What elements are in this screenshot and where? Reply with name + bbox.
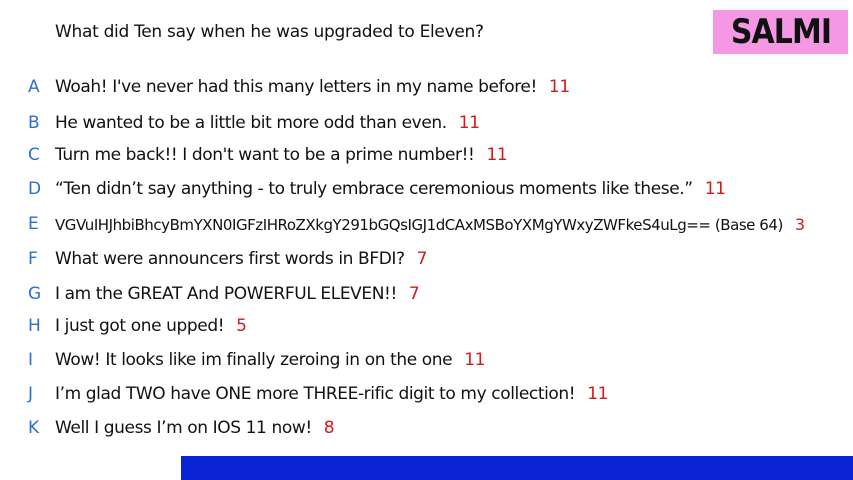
question-title: What did Ten say when he was upgraded to…	[55, 22, 484, 42]
answer-score: 11	[458, 113, 480, 133]
answer-score: 7	[408, 284, 420, 304]
answer-score: 8	[323, 418, 335, 438]
answer-letter: H	[28, 316, 41, 336]
answer-text: Wow! It looks like im finally zeroing in…	[55, 350, 486, 370]
answer-score: 5	[236, 316, 247, 336]
bottom-bar	[181, 456, 853, 480]
answer-text: I am the GREAT And POWERFUL ELEVEN!! 7	[55, 284, 420, 304]
answer-letter: J	[28, 384, 34, 404]
answer-letter: K	[28, 418, 40, 438]
answer-letter: C	[28, 145, 40, 165]
answer-score: 11	[704, 179, 726, 199]
answer-score: 11	[486, 145, 508, 165]
answer-letter: A	[28, 77, 40, 97]
answer-letter: D	[28, 179, 42, 199]
name-badge: SALMI	[713, 10, 848, 54]
answer-score: 11	[587, 384, 609, 404]
answer-text: Turn me back!! I don't want to be a prim…	[55, 145, 508, 165]
answer-text: He wanted to be a little bit more odd th…	[55, 113, 480, 133]
answer-score: 3	[794, 214, 805, 234]
name-badge-label: SALMI	[730, 12, 831, 52]
answer-letter: G	[28, 284, 42, 304]
answer-text: “Ten didn’t say anything - to truly embr…	[55, 179, 726, 199]
answer-score: 11	[464, 350, 486, 370]
answer-letter: F	[28, 249, 38, 269]
answer-text: Woah! I've never had this many letters i…	[55, 77, 570, 97]
answer-letter: E	[28, 214, 39, 234]
answer-text: I just got one upped! 5	[55, 316, 247, 336]
answer-letter: I	[28, 350, 34, 370]
answer-text: What were announcers first words in BFDI…	[55, 249, 428, 269]
answer-score: 7	[416, 249, 428, 269]
answer-text: VGVuIHJhbiBhcyBmYXN0IGFzIHRoZXkgY291bGQs…	[55, 214, 805, 234]
answer-letter: B	[28, 113, 40, 133]
answer-score: 11	[548, 77, 570, 97]
answer-text: I’m glad TWO have ONE more THREE-rific d…	[55, 384, 609, 404]
answer-text: Well I guess I’m on IOS 11 now! 8	[55, 418, 335, 438]
